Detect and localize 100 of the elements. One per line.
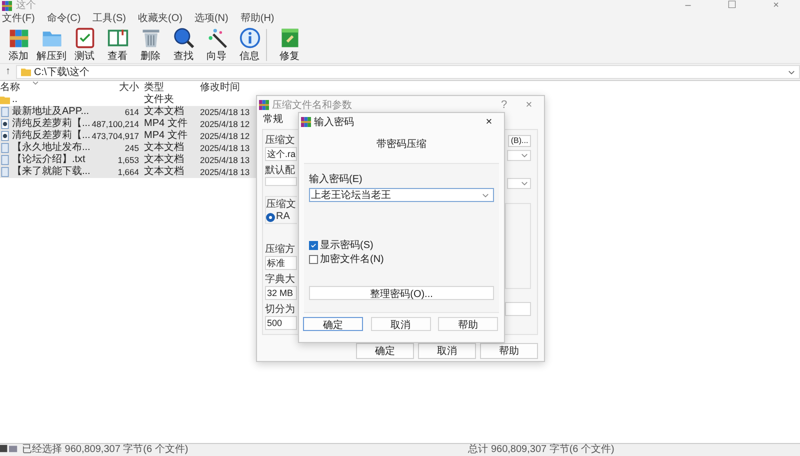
password-field[interactable]: 上老王论坛当老王	[309, 188, 494, 202]
file-name: 最新地址及APP...	[12, 106, 90, 118]
field-label: 压缩方	[265, 244, 296, 256]
toolbar-button[interactable]: 添加	[2, 26, 35, 62]
file-row[interactable]: 【论坛介绍】.txt 1,653 文本文档 2025/4/18 13	[0, 154, 256, 166]
up-button[interactable]: ↑	[0, 65, 16, 79]
file-type: 文件夹	[144, 94, 174, 106]
modified-time: 2025/4/18 13	[200, 154, 250, 166]
dropdown[interactable]	[507, 178, 531, 189]
field-label: 切分为	[265, 304, 296, 316]
menu-item[interactable]: 帮助(H)	[238, 12, 278, 26]
menu-item[interactable]: 工具(S)	[90, 12, 130, 26]
file-type: 文本文档	[144, 166, 184, 178]
modified-time: 2025/4/18 13	[200, 106, 250, 118]
organize-passwords-button[interactable]: 整理密码(O)...	[309, 286, 494, 300]
tab[interactable]: 常规	[263, 113, 283, 127]
dialog-heading: 带密码压缩	[376, 138, 428, 152]
drive-icon	[0, 444, 18, 453]
dialog-button[interactable]: 确定	[356, 343, 414, 359]
input-field[interactable]: 这个.ra	[265, 147, 297, 161]
input-field[interactable]: 500	[265, 316, 297, 330]
field-label: 默认配	[265, 165, 296, 177]
close-button[interactable]: ×	[478, 116, 500, 128]
file-name: 【论坛介绍】.txt	[12, 154, 86, 166]
file-type: 文本文档	[144, 106, 184, 118]
column-header[interactable]: 名称	[0, 81, 90, 94]
dropdown-icon	[788, 70, 795, 74]
folder-icon	[21, 67, 31, 77]
document-icon	[0, 107, 10, 117]
app-icon	[259, 100, 269, 110]
file-row[interactable]: 清纯反差萝莉【...487,100,214 MP4 文件 2025/4/18 12	[0, 118, 256, 130]
browse-button[interactable]: (B)...	[508, 135, 531, 147]
menu-item[interactable]: 命令(C)	[44, 12, 85, 26]
toolbar-button[interactable]: 信息	[233, 26, 266, 62]
menu-item[interactable]: 收藏夹(O)	[136, 12, 186, 26]
file-name: 清纯反差萝莉【...	[12, 118, 90, 130]
file-type: 文本文档	[144, 154, 184, 166]
dialog-title: 输入密码	[314, 116, 354, 128]
column-header[interactable]: 类型	[142, 81, 198, 94]
toolbar-button[interactable]: 测试	[68, 26, 101, 62]
dropdown-icon	[521, 153, 528, 158]
checkbox[interactable]	[309, 241, 318, 250]
toolbar-button[interactable]: 查找	[167, 26, 200, 62]
dialog-button[interactable]: 取消	[418, 343, 476, 359]
dialog-button[interactable]: 确定	[303, 317, 363, 331]
dialog-button[interactable]: 取消	[370, 317, 430, 331]
file-size: 1,664	[118, 166, 139, 178]
app-icon	[2, 1, 12, 11]
modified-time: 2025/4/18 12	[200, 118, 250, 130]
dialog-button[interactable]: 帮助	[480, 343, 538, 359]
dropdown[interactable]	[507, 150, 531, 161]
search-icon	[172, 26, 194, 48]
column-header[interactable]: 大小	[90, 81, 142, 94]
status-text: 已经选择 960,809,307 字节(6 个文件)	[22, 444, 188, 456]
file-row[interactable]: 【永久地址发布... 245 文本文档 2025/4/18 13	[0, 142, 256, 154]
menu-item[interactable]: 选项(N)	[192, 12, 232, 26]
field-label: 压缩文	[265, 135, 296, 147]
info-icon	[238, 26, 260, 48]
input-field[interactable]: 32 MB	[265, 286, 297, 300]
input-field[interactable]	[505, 302, 531, 316]
window-control[interactable]: ×	[756, 1, 796, 11]
file-name: 【永久地址发布...	[12, 142, 90, 154]
file-row[interactable]: 最新地址及APP... 614 文本文档 2025/4/18 13	[0, 106, 256, 118]
toolbar-button[interactable]: 解压到	[35, 26, 68, 62]
modified-time: 2025/4/18 13	[200, 166, 250, 178]
file-row[interactable]: 清纯反差萝莉【...473,704,917 MP4 文件 2025/4/18 12	[0, 130, 256, 142]
file-type: MP4 文件	[144, 118, 188, 130]
toolbar-button[interactable]: 删除	[134, 26, 167, 62]
file-type: MP4 文件	[144, 130, 188, 142]
dialog-title: 压缩文件名和参数	[272, 98, 352, 112]
input-field[interactable]: 标准	[265, 256, 297, 270]
modified-time: 2025/4/18 12	[200, 130, 250, 142]
column-header[interactable]: 修改时间	[198, 81, 278, 94]
menu-item[interactable]: 文件(F)	[0, 12, 39, 26]
checkbox[interactable]	[309, 255, 318, 264]
window-control[interactable]: ☐	[712, 1, 752, 11]
file-row[interactable]: 【来了就能下载... 1,664 文本文档 2025/4/18 13	[0, 166, 256, 178]
toolbar-button[interactable]: 查看	[101, 26, 134, 62]
field-label: 字典大	[265, 274, 296, 286]
window-control[interactable]: –	[668, 1, 708, 11]
media-file-icon	[0, 131, 10, 141]
address-field[interactable]: C:\下载\这个	[16, 65, 800, 79]
status-text: 总计 960,809,307 字节(6 个文件)	[468, 444, 614, 456]
checkbox-option[interactable]: 加密文件名(N)	[309, 254, 494, 265]
radio-button[interactable]	[266, 212, 275, 222]
checkbox-option[interactable]: 显示密码(S)	[309, 240, 494, 251]
file-row[interactable]: .. 文件夹	[0, 94, 256, 106]
app-icon	[301, 116, 311, 126]
modified-time: 2025/4/18 13	[200, 142, 250, 154]
input-field[interactable]	[265, 177, 297, 186]
radio-label: RA	[276, 211, 290, 223]
dialog-button[interactable]: 帮助	[438, 317, 498, 331]
toolbar-button[interactable]: 向导	[200, 26, 233, 62]
file-size: 614	[124, 106, 139, 118]
group-label: 压缩文	[266, 199, 296, 210]
toolbar-button[interactable]: 修复	[273, 26, 306, 62]
sort-icon	[32, 81, 39, 85]
dropdown-icon	[482, 192, 489, 198]
file-type: 文本文档	[144, 142, 184, 154]
file-size: 487,100,214	[92, 118, 139, 130]
